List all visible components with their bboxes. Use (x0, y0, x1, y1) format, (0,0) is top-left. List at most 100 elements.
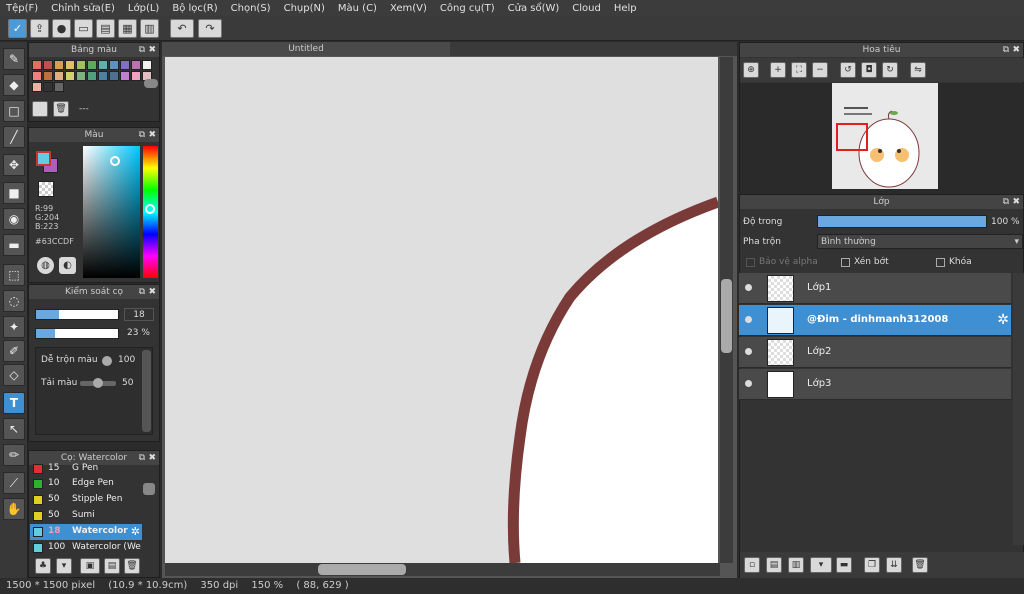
delete-layer-icon[interactable]: 🗑 (912, 557, 928, 573)
color-swatch[interactable] (65, 60, 75, 70)
select-pen-tool-icon[interactable]: ✐ (3, 340, 25, 362)
visibility-icon[interactable] (745, 348, 752, 355)
color-swatch[interactable] (32, 82, 42, 92)
menu-layer[interactable]: Lớp(L) (128, 3, 159, 14)
reload-slider-handle[interactable] (93, 378, 103, 388)
hue-slider[interactable] (143, 146, 158, 278)
lock-checkbox[interactable] (936, 258, 945, 267)
layout-icon[interactable]: ▥ (140, 19, 159, 38)
layer-row[interactable]: Lớp2 (739, 337, 1011, 368)
fit-window-icon[interactable]: ⛶ (791, 62, 807, 78)
menu-window[interactable]: Cửa sổ(W) (508, 3, 560, 14)
visibility-icon[interactable] (745, 316, 752, 323)
undock-icon[interactable]: ⧉ (139, 43, 145, 57)
brush-tool-icon[interactable]: ✎ (3, 48, 25, 70)
menu-select[interactable]: Chọn(S) (231, 3, 271, 14)
brush-item[interactable]: 100 Watercolor (We (30, 540, 142, 556)
color-picker-cursor[interactable] (110, 156, 120, 166)
protect-alpha-checkbox[interactable] (746, 258, 755, 267)
saturation-value-picker[interactable] (83, 146, 140, 278)
navigator-preview[interactable] (832, 83, 938, 189)
new-halftone-layer-icon[interactable]: ▤ (766, 557, 782, 573)
color-swatch[interactable] (131, 71, 141, 81)
layer-row-selected[interactable]: @Đim - dinhmanh312008 ✲ (739, 305, 1011, 336)
divide-tool-icon[interactable]: ✏ (3, 444, 25, 466)
gear-icon[interactable]: ✲ (997, 312, 1009, 328)
color-swatch[interactable] (142, 60, 152, 70)
operation-tool-icon[interactable]: ↖ (3, 418, 25, 440)
zoom-out-icon[interactable]: − (812, 62, 828, 78)
zoom-in-icon[interactable]: + (770, 62, 786, 78)
canvas-vertical-scroll-thumb[interactable] (721, 279, 732, 353)
duplicate-layer-icon[interactable]: ❐ (864, 557, 880, 573)
undo-button[interactable]: ↶ (170, 19, 194, 38)
menu-help[interactable]: Help (614, 3, 637, 14)
color-swatch[interactable] (87, 60, 97, 70)
brush-size-slider[interactable] (35, 309, 119, 320)
color-swatch[interactable] (98, 71, 108, 81)
brush-list-scrollbar[interactable] (143, 483, 155, 495)
new-layer-icon[interactable]: ▫ (744, 557, 760, 573)
share-icon[interactable]: ⇪ (30, 19, 49, 38)
brush-add-icon[interactable]: ♣ (35, 558, 51, 574)
select-rect-tool-icon[interactable]: ⬚ (3, 264, 25, 286)
brush-item[interactable]: 50 Stipple Pen (30, 492, 142, 508)
line-tool-icon[interactable]: ╱ (3, 126, 25, 148)
canvas-horizontal-scroll-thumb[interactable] (318, 564, 406, 575)
eyedropper-tool-icon[interactable]: ⟋ (3, 472, 25, 494)
blend-slider-handle[interactable] (102, 356, 112, 366)
color-swatch[interactable] (43, 60, 53, 70)
color-swatch[interactable] (120, 60, 130, 70)
canvas-tab[interactable]: Untitled (162, 42, 450, 56)
grid-icon[interactable]: ▦ (118, 19, 137, 38)
close-icon[interactable]: ✖ (1012, 43, 1020, 57)
new-layer-menu-icon[interactable]: ▾ (810, 557, 832, 573)
layer-row[interactable]: Lớp3 (739, 369, 1011, 400)
brush-item[interactable]: 50 Sumi (30, 508, 142, 524)
options-scrollbar[interactable] (142, 350, 151, 432)
bucket-tool-icon[interactable]: ◉ (3, 208, 25, 230)
message-icon[interactable]: ▭ (74, 19, 93, 38)
navigator-viewport-rect[interactable] (836, 123, 868, 151)
select-eraser-tool-icon[interactable]: ◇ (3, 364, 25, 386)
menu-cloud[interactable]: Cloud (572, 3, 601, 14)
fill-rect-tool-icon[interactable]: ■ (3, 182, 25, 204)
color-wheel-icon[interactable]: ◐ (59, 257, 76, 274)
flip-icon[interactable]: ⇋ (910, 62, 926, 78)
redo-button[interactable]: ↷ (198, 19, 222, 38)
hand-tool-icon[interactable]: ✋ (3, 498, 25, 520)
color-swatch[interactable] (32, 60, 42, 70)
rotate-reset-icon[interactable]: ◘ (861, 62, 877, 78)
brush-options-icon[interactable]: ▾ (56, 558, 72, 574)
document-icon[interactable]: ▤ (96, 19, 115, 38)
hue-slider-handle[interactable] (145, 204, 155, 214)
gradient-tool-icon[interactable]: ▬ (3, 234, 25, 256)
visibility-icon[interactable] (745, 284, 752, 291)
layer-blend-select[interactable]: Bình thường ▾ (817, 234, 1023, 249)
color-swatch[interactable] (32, 71, 42, 81)
text-tool-icon[interactable]: T (3, 392, 25, 414)
lasso-tool-icon[interactable]: ◌ (3, 290, 25, 312)
brush-item[interactable]: 15 G Pen (30, 461, 142, 477)
palette-icon[interactable]: ◍ (37, 257, 54, 274)
canvas-vertical-scrollbar[interactable] (720, 57, 733, 563)
undock-icon[interactable]: ⧉ (139, 128, 145, 142)
close-icon[interactable]: ✖ (148, 285, 156, 299)
color-swatch[interactable] (65, 71, 75, 81)
gear-icon[interactable]: ✲ (131, 525, 140, 538)
new-8bit-layer-icon[interactable]: ▥ (788, 557, 804, 573)
brush-folder-icon[interactable]: ▣ (80, 558, 100, 574)
new-folder-icon[interactable]: ▬ (836, 557, 852, 573)
brush-size-value[interactable]: 18 (124, 308, 154, 321)
color-swatch[interactable] (54, 82, 64, 92)
close-icon[interactable]: ✖ (1012, 195, 1020, 209)
merge-layer-icon[interactable]: ⇊ (886, 557, 902, 573)
brush-item[interactable]: 10 Edge Pen (30, 476, 142, 492)
menu-view[interactable]: Xem(V) (390, 3, 427, 14)
layer-list-scrollbar[interactable] (1013, 273, 1024, 545)
rotate-left-icon[interactable]: ↺ (840, 62, 856, 78)
brush-doc-icon[interactable]: ▤ (104, 558, 120, 574)
rectangle-tool-icon[interactable]: □ (3, 100, 25, 122)
visibility-icon[interactable] (745, 380, 752, 387)
drawing-canvas[interactable] (165, 57, 718, 563)
